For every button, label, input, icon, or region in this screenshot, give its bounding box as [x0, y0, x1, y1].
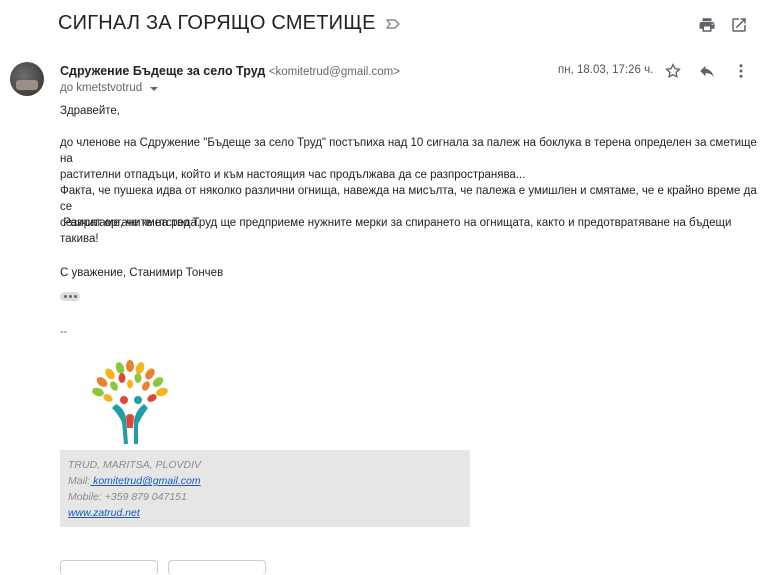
sender-line: Сдружение Бъдеще за село Труд <komitetru… [60, 64, 400, 78]
signature-separator: -- [60, 326, 68, 338]
reply-button[interactable] [60, 560, 158, 575]
reply-forward-buttons [60, 560, 266, 575]
subject-row: СИГНАЛ ЗА ГОРЯЩО СМЕТИЩЕ [58, 12, 400, 35]
important-label-icon[interactable] [385, 18, 400, 29]
signature-mobile: Mobile: +359 879 047151 [68, 491, 187, 503]
signature-website-link[interactable]: www.zatrud.net [68, 507, 140, 519]
signature-organization: TRUD, MARITSA, PLOVDIV [68, 459, 202, 471]
email-line: такива! [60, 233, 99, 245]
chevron-down-icon[interactable] [150, 87, 159, 91]
signature-mail-link[interactable]: komitetrud@gmail.com [90, 475, 201, 487]
email-paragraph-2: Разчитаме, че кметство Труд ще предприем… [60, 215, 760, 247]
email-line: до членове на Сдружение "Бъдеще за село … [60, 137, 757, 165]
email-subject: СИГНАЛ ЗА ГОРЯЩО СМЕТИЩЕ [58, 12, 376, 34]
email-line: Разчитаме, че кметство Труд ще предприем… [60, 217, 732, 229]
sender-email: <komitetrud@gmail.com> [268, 66, 400, 78]
email-line: Факта, че пушека идва от няколко различн… [60, 185, 757, 213]
recipient-text: до kmetstvotrud [60, 82, 143, 94]
reply-icon[interactable] [698, 62, 716, 80]
email-greeting: Здравейте, [60, 105, 120, 117]
email-line: растителни отпадъци, който и към настоящ… [60, 169, 526, 181]
recipient-line[interactable]: до kmetstvotrud [60, 82, 159, 94]
top-actions [698, 16, 748, 34]
sender-avatar[interactable] [10, 62, 44, 96]
email-signoff: С уважение, Станимир Тончев [60, 267, 224, 279]
message-date: пн, 18.03, 17:26 ч. [558, 64, 654, 76]
signature-mail-label: Mail: [68, 475, 91, 487]
print-icon[interactable] [698, 16, 716, 34]
star-icon[interactable] [664, 62, 682, 80]
organization-logo-tree-icon [92, 360, 168, 444]
signature-mail-row: Mail: komitetrud@gmail.com [68, 475, 201, 487]
more-vert-icon[interactable] [732, 62, 750, 80]
forward-button[interactable] [168, 560, 266, 575]
message-actions [664, 62, 750, 80]
signature-box: TRUD, MARITSA, PLOVDIV Mail: komitetrud@… [60, 450, 470, 527]
show-trimmed-content-button[interactable] [60, 292, 80, 301]
open-in-new-window-icon[interactable] [730, 16, 748, 34]
sender-name[interactable]: Сдружение Бъдеще за село Труд [60, 64, 265, 78]
